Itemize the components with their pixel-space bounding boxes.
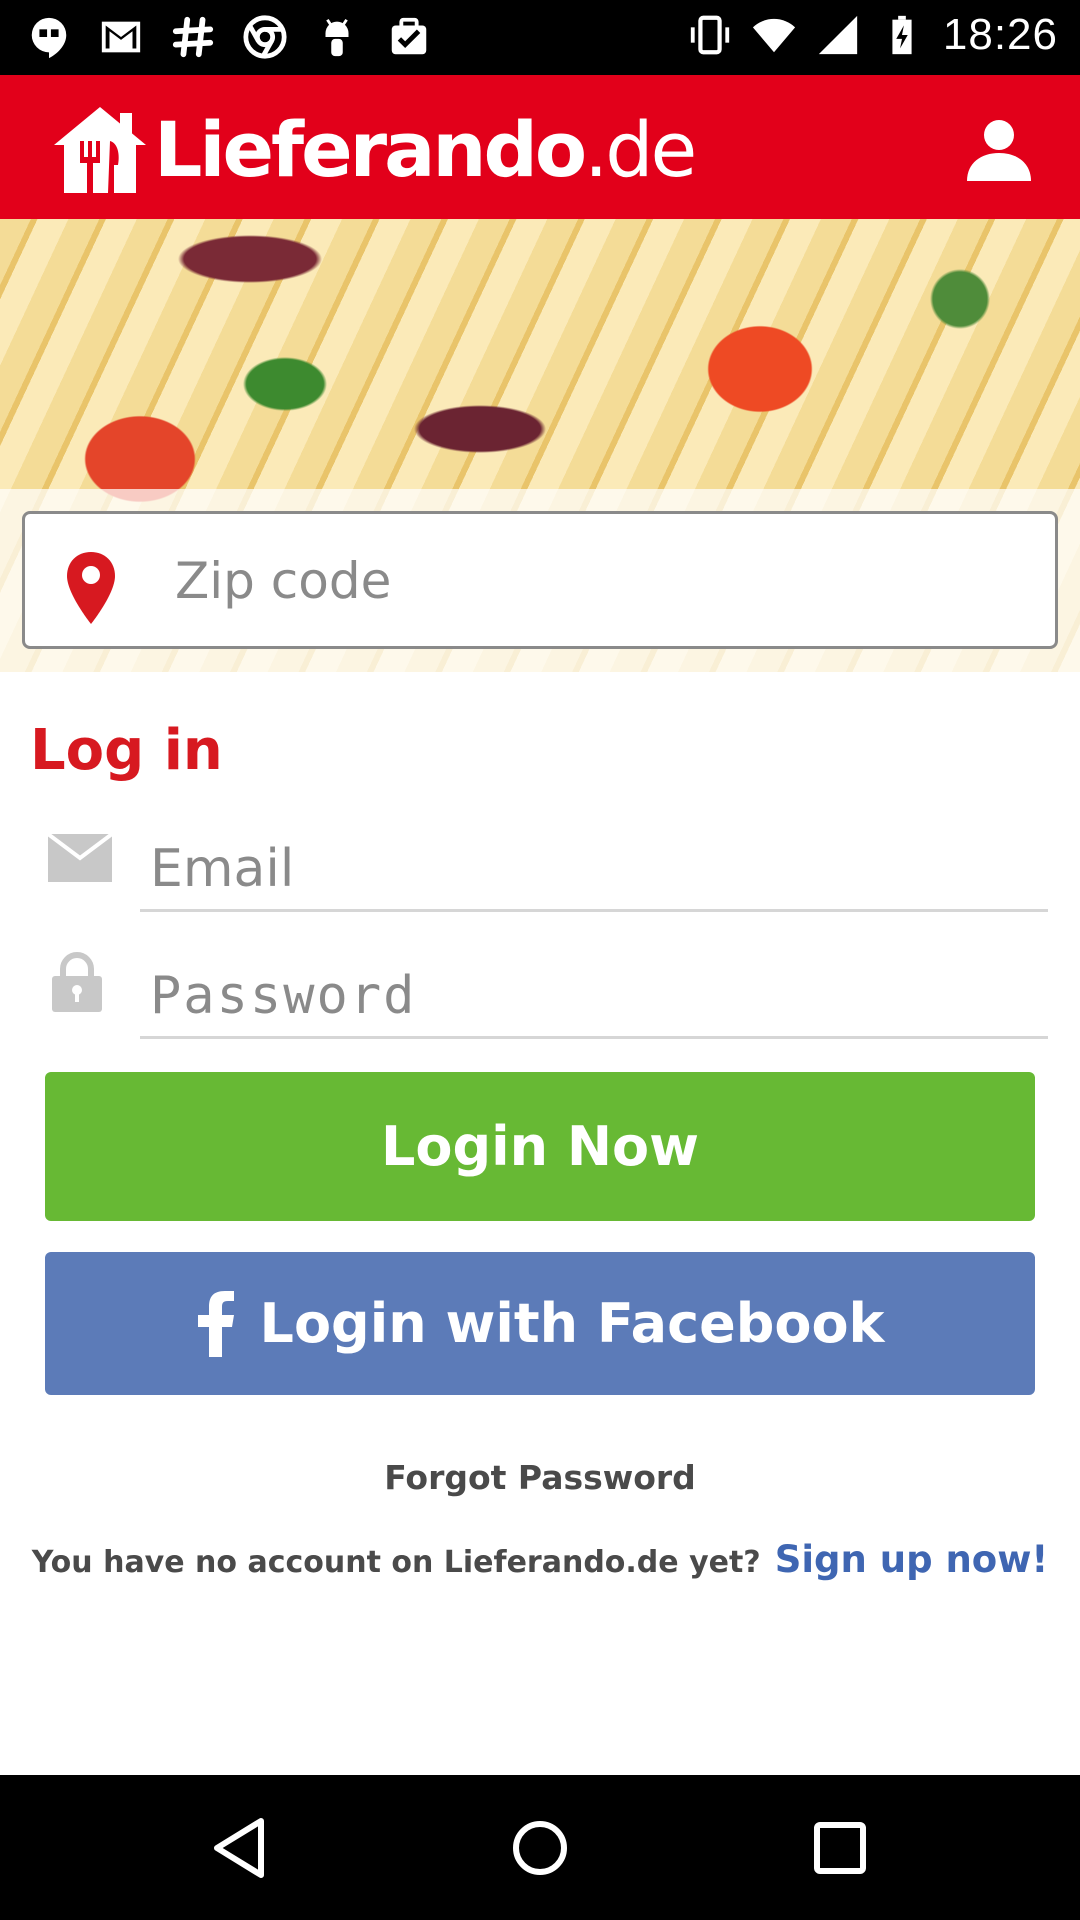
chrome-icon <box>242 12 288 62</box>
user-icon[interactable] <box>964 115 1034 185</box>
wifi-icon <box>751 10 797 60</box>
sign-up-link[interactable]: Sign up now! <box>775 1538 1049 1581</box>
signup-prompt: You have no account on Lieferando.de yet… <box>0 1538 1080 1581</box>
android-debug-icon <box>314 12 360 62</box>
vibrate-icon <box>687 10 733 60</box>
house-fork-icon <box>54 107 146 193</box>
lock-icon <box>52 952 102 1012</box>
clock: 18:26 <box>942 10 1058 59</box>
envelope-icon <box>48 834 112 882</box>
lieferando-logo[interactable]: Lieferando.de <box>50 101 697 197</box>
battery-icon <box>879 10 925 60</box>
login-now-button[interactable]: Login Now <box>45 1072 1035 1221</box>
clipboard-check-icon <box>386 12 432 62</box>
gmail-icon <box>98 12 144 62</box>
password-field[interactable] <box>140 955 1048 1039</box>
notification-icons <box>26 12 432 62</box>
login-now-label: Login Now <box>380 1115 700 1178</box>
facebook-login-label: Login with Facebook <box>259 1292 885 1355</box>
facebook-login-button[interactable]: Login with Facebook <box>45 1252 1035 1395</box>
navigation-bar <box>0 1775 1080 1920</box>
status-bar: 18:26 <box>0 0 1080 75</box>
zip-code-search[interactable] <box>22 511 1058 649</box>
zip-code-input[interactable] <box>175 536 1035 626</box>
home-icon[interactable] <box>505 1813 575 1883</box>
login-title: Log in <box>30 718 223 783</box>
app-header: Lieferando.de <box>0 75 1080 219</box>
facebook-icon <box>197 1290 234 1357</box>
location-pin-icon <box>67 552 115 624</box>
forgot-password-link[interactable]: Forgot Password <box>0 1458 1080 1497</box>
hangouts-icon <box>26 12 72 62</box>
signal-icon <box>815 10 861 60</box>
back-icon[interactable] <box>205 1813 275 1883</box>
email-field[interactable] <box>140 828 1048 912</box>
system-indicators: 18:26 <box>687 10 1058 60</box>
hero-food-image <box>0 219 1080 672</box>
no-account-text: You have no account on Lieferando.de yet… <box>31 1545 761 1580</box>
slack-icon <box>170 12 216 62</box>
recents-icon[interactable] <box>805 1813 875 1883</box>
brand-name: Lieferando.de <box>154 104 697 194</box>
